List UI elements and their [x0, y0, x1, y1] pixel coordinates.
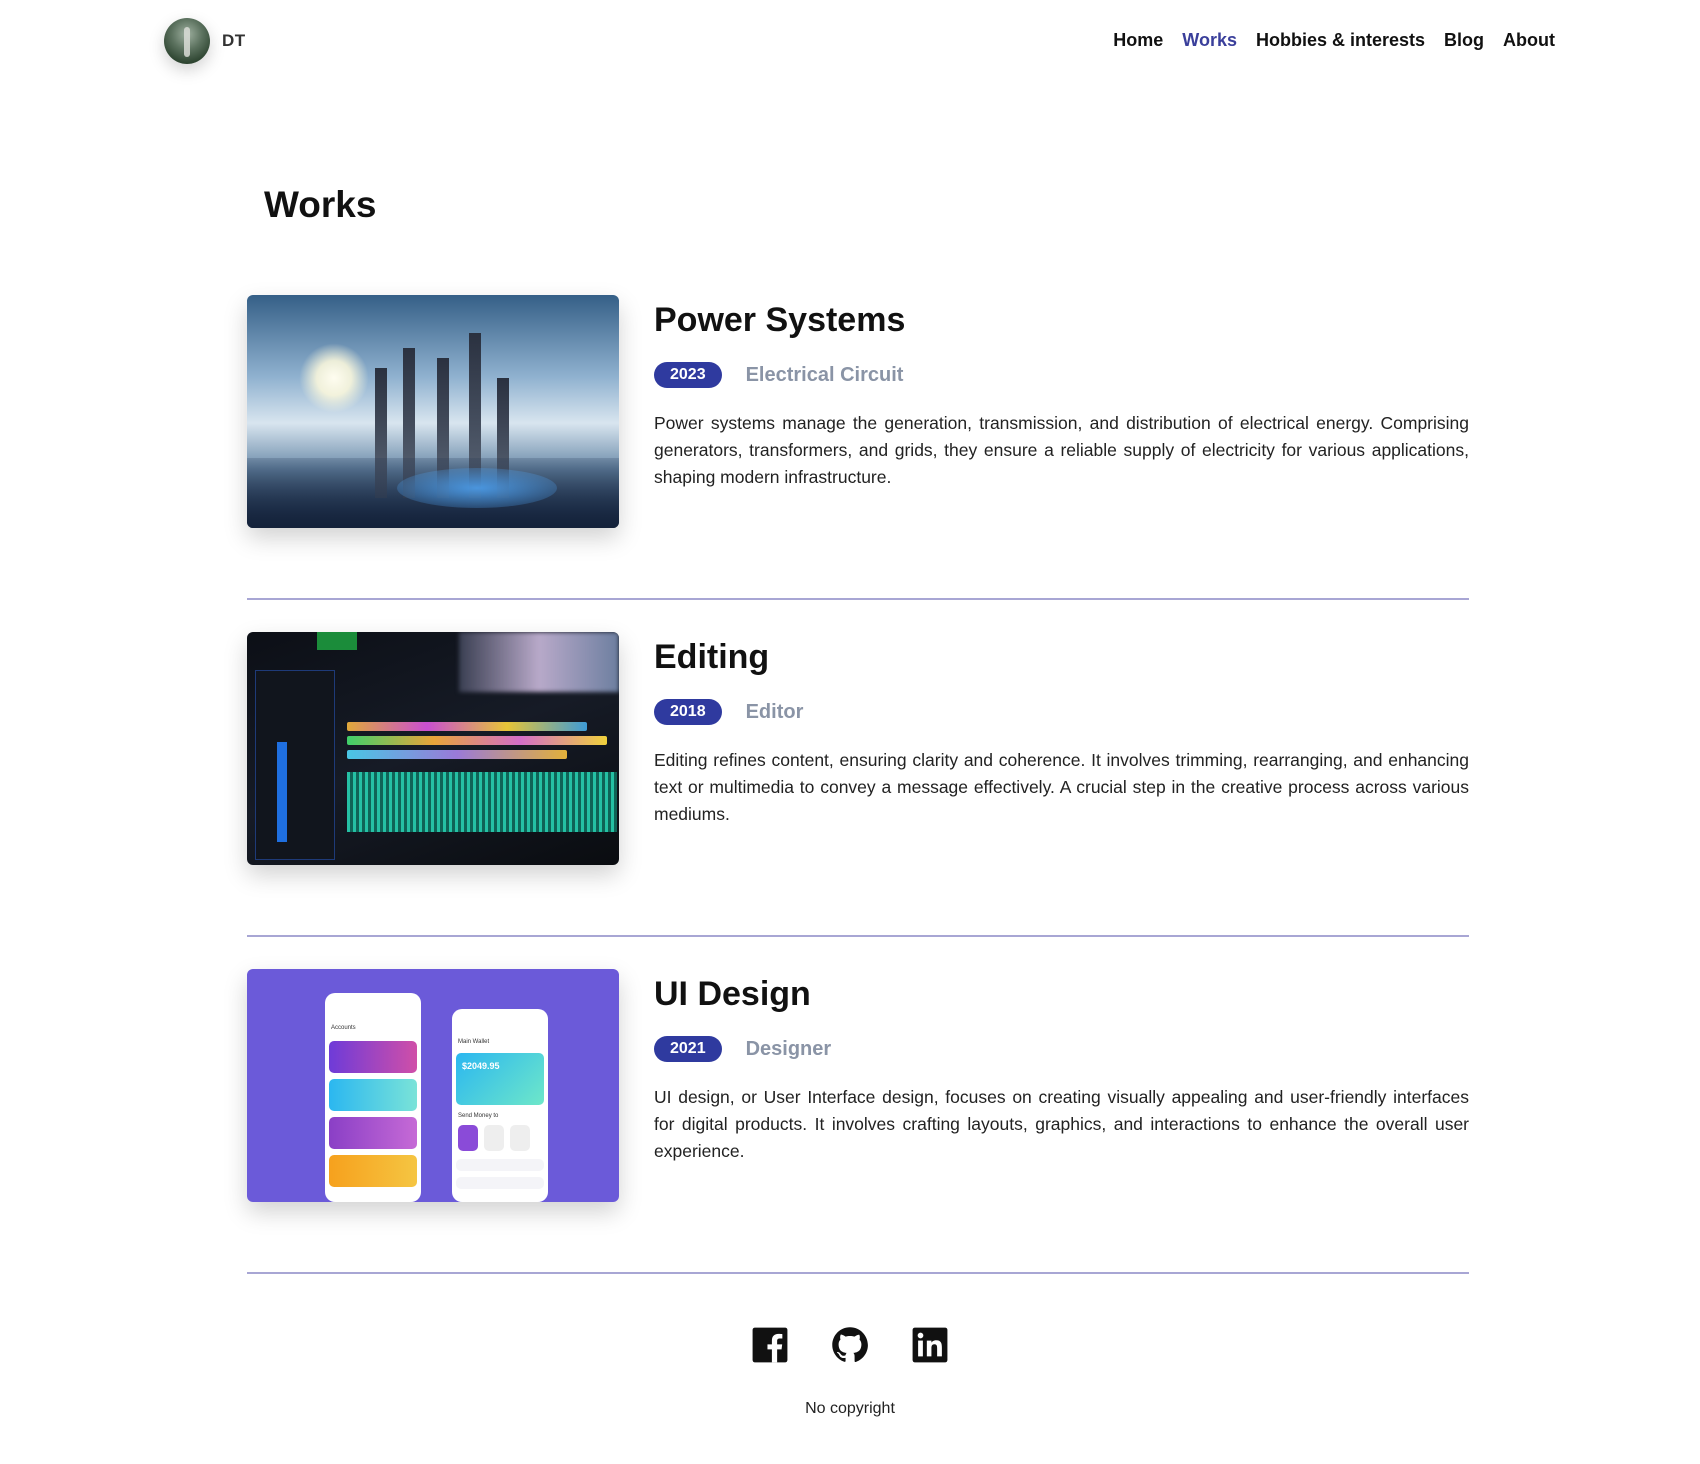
work-description: UI design, or User Interface design, foc… [654, 1087, 1469, 1161]
work-image-editing[interactable] [247, 632, 619, 865]
avatar[interactable] [164, 18, 210, 64]
editor-tab [317, 632, 357, 650]
nav-blog[interactable]: Blog [1444, 30, 1484, 51]
city-glow [397, 468, 557, 508]
mock-contact [484, 1125, 504, 1151]
work-item-power-systems: Power Systems 2023 Electrical Circuit Po… [247, 295, 1469, 600]
social-links [0, 1326, 1700, 1364]
facebook-icon[interactable] [751, 1326, 789, 1364]
mock-card [329, 1155, 417, 1187]
editor-track [347, 736, 607, 745]
work-body: Power Systems 2023 Electrical Circuit Po… [654, 295, 1469, 491]
year-badge: 2023 [654, 362, 722, 388]
work-title[interactable]: Editing [654, 637, 1469, 677]
work-item-editing: Editing 2018 Editor Editing refines cont… [247, 632, 1469, 937]
site-header: DT Home Works Hobbies & interests Blog A… [0, 0, 1700, 84]
linkedin-icon[interactable] [911, 1326, 949, 1364]
nav-about[interactable]: About [1503, 30, 1555, 51]
mock-wallet-label: Main Wallet [458, 1039, 490, 1045]
work-body: UI Design 2021 Designer UI design, or Us… [654, 969, 1469, 1165]
work-image-ui-design[interactable]: Accounts Main Wallet $2049.95 Send Money… [247, 969, 619, 1202]
work-description: Editing refines content, ensuring clarit… [654, 750, 1469, 824]
work-meta: 2021 Designer [654, 1036, 1469, 1062]
brand[interactable]: DT [164, 18, 246, 64]
mock-card [329, 1117, 417, 1149]
mock-send-label: Send Money to [458, 1113, 499, 1119]
mock-wallet-amount: $2049.95 [462, 1061, 500, 1071]
work-category: Editor [745, 700, 804, 723]
main-nav: Home Works Hobbies & interests Blog Abou… [1113, 30, 1555, 51]
editor-preview [459, 632, 619, 692]
mock-card [329, 1041, 417, 1073]
work-title[interactable]: Power Systems [654, 300, 1469, 340]
mock-contact [510, 1125, 530, 1151]
brand-name[interactable]: DT [222, 31, 246, 51]
github-icon[interactable] [831, 1326, 869, 1364]
nav-works[interactable]: Works [1182, 30, 1237, 51]
audio-waveform [347, 772, 617, 832]
ui-mockup-image: Accounts Main Wallet $2049.95 Send Money… [247, 969, 619, 1202]
mock-card [329, 1079, 417, 1111]
work-meta: 2023 Electrical Circuit [654, 362, 1469, 388]
nav-hobbies[interactable]: Hobbies & interests [1256, 30, 1425, 51]
mock-contact [458, 1125, 478, 1151]
work-body: Editing 2018 Editor Editing refines cont… [654, 632, 1469, 828]
editor-track [347, 750, 567, 759]
work-category: Electrical Circuit [745, 363, 904, 386]
nav-home[interactable]: Home [1113, 30, 1163, 51]
sun-graphic [299, 343, 369, 413]
video-editor-image [247, 632, 619, 865]
work-item-ui-design: Accounts Main Wallet $2049.95 Send Money… [247, 969, 1469, 1274]
copyright-text: No copyright [805, 1400, 895, 1417]
phone-mockup: Accounts [325, 993, 421, 1202]
phone-mockup: Main Wallet $2049.95 Send Money to [452, 1009, 548, 1202]
year-badge: 2021 [654, 1036, 722, 1062]
mock-transaction [456, 1159, 544, 1171]
editor-meter [277, 742, 287, 842]
works-list: Power Systems 2023 Electrical Circuit Po… [247, 295, 1469, 1274]
work-description: Power systems manage the generation, tra… [654, 413, 1469, 487]
mock-transaction [456, 1177, 544, 1189]
page-title: Works [264, 184, 377, 225]
mock-wallet-card: $2049.95 [456, 1053, 544, 1105]
work-image-power-systems[interactable] [247, 295, 619, 528]
work-title[interactable]: UI Design [654, 974, 1469, 1014]
work-category: Designer [745, 1037, 832, 1060]
editor-track [347, 722, 587, 731]
power-plant-image [247, 295, 619, 528]
mock-accounts-label: Accounts [331, 1025, 356, 1031]
year-badge: 2018 [654, 699, 722, 725]
work-meta: 2018 Editor [654, 699, 1469, 725]
editor-panel [255, 670, 335, 860]
